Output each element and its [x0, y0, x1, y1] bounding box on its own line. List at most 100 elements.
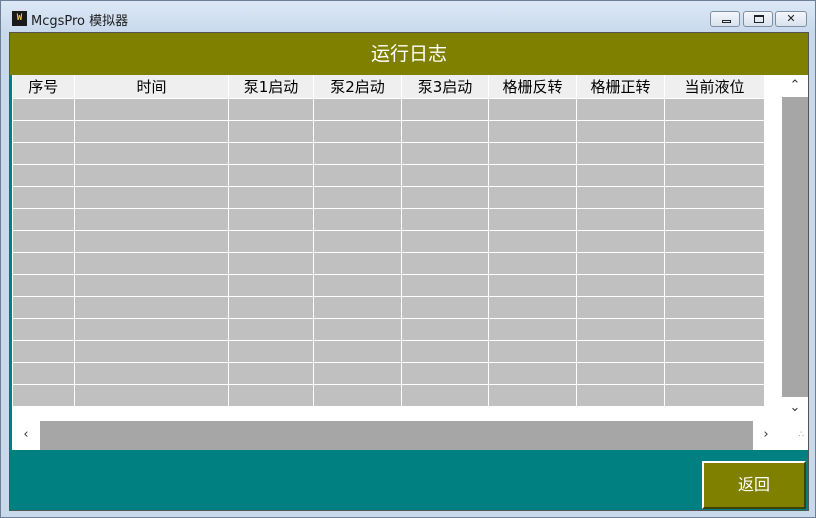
chevron-down-icon[interactable]: ⌄ — [782, 397, 808, 419]
table-row[interactable] — [12, 295, 765, 319]
table-cell[interactable] — [576, 317, 665, 341]
table-cell[interactable] — [313, 273, 402, 297]
table-cell[interactable] — [12, 97, 75, 121]
table-cell[interactable] — [12, 207, 75, 231]
table-cell[interactable] — [576, 229, 665, 253]
table-cell[interactable] — [74, 383, 229, 407]
table-cell[interactable] — [74, 119, 229, 143]
table-cell[interactable] — [664, 339, 765, 363]
table-row[interactable] — [12, 251, 765, 275]
table-cell[interactable] — [228, 339, 314, 363]
chevron-right-icon[interactable]: › — [753, 424, 779, 446]
table-cell[interactable] — [12, 317, 75, 341]
table-cell[interactable] — [74, 141, 229, 165]
table-cell[interactable] — [576, 97, 665, 121]
table-cell[interactable] — [664, 141, 765, 165]
column-header[interactable]: 序号 — [12, 75, 75, 99]
table-cell[interactable] — [488, 317, 577, 341]
table-cell[interactable] — [228, 361, 314, 385]
table-cell[interactable] — [12, 273, 75, 297]
table-cell[interactable] — [488, 273, 577, 297]
table-row[interactable] — [12, 273, 765, 297]
table-cell[interactable] — [74, 229, 229, 253]
table-cell[interactable] — [401, 339, 489, 363]
table-cell[interactable] — [12, 339, 75, 363]
table-cell[interactable] — [488, 207, 577, 231]
table-cell[interactable] — [488, 229, 577, 253]
table-cell[interactable] — [228, 163, 314, 187]
table-cell[interactable] — [576, 207, 665, 231]
table-cell[interactable] — [576, 361, 665, 385]
table-cell[interactable] — [228, 185, 314, 209]
table-row[interactable] — [12, 339, 765, 363]
table-cell[interactable] — [313, 97, 402, 121]
table-cell[interactable] — [401, 163, 489, 187]
table-cell[interactable] — [401, 273, 489, 297]
table-row[interactable] — [12, 119, 765, 143]
table-cell[interactable] — [12, 141, 75, 165]
table-cell[interactable] — [488, 119, 577, 143]
table-cell[interactable] — [74, 273, 229, 297]
table-cell[interactable] — [12, 361, 75, 385]
table-cell[interactable] — [228, 97, 314, 121]
chevron-left-icon[interactable]: ‹ — [13, 424, 39, 446]
table-cell[interactable] — [664, 207, 765, 231]
table-cell[interactable] — [74, 163, 229, 187]
table-cell[interactable] — [664, 383, 765, 407]
table-cell[interactable] — [313, 229, 402, 253]
table-row[interactable] — [12, 163, 765, 187]
table-cell[interactable] — [401, 207, 489, 231]
table-cell[interactable] — [488, 251, 577, 275]
table-cell[interactable] — [488, 141, 577, 165]
table-row[interactable] — [12, 361, 765, 385]
table-cell[interactable] — [488, 185, 577, 209]
table-cell[interactable] — [313, 141, 402, 165]
column-header[interactable]: 格栅反转 — [488, 75, 577, 99]
table-cell[interactable] — [313, 251, 402, 275]
table-cell[interactable] — [488, 97, 577, 121]
table-cell[interactable] — [12, 119, 75, 143]
table-cell[interactable] — [576, 251, 665, 275]
column-header[interactable]: 时间 — [74, 75, 229, 99]
maximize-button[interactable] — [743, 11, 773, 27]
table-cell[interactable] — [313, 163, 402, 187]
table-cell[interactable] — [228, 317, 314, 341]
table-cell[interactable] — [401, 185, 489, 209]
table-cell[interactable] — [12, 163, 75, 187]
table-cell[interactable] — [401, 119, 489, 143]
table-row[interactable] — [12, 317, 765, 341]
table-cell[interactable] — [74, 251, 229, 275]
column-header[interactable]: 当前液位 — [664, 75, 765, 99]
column-header[interactable]: 泵1启动 — [228, 75, 314, 99]
table-cell[interactable] — [313, 317, 402, 341]
table-cell[interactable] — [664, 361, 765, 385]
table-cell[interactable] — [12, 295, 75, 319]
table-cell[interactable] — [12, 185, 75, 209]
table-cell[interactable] — [488, 295, 577, 319]
table-cell[interactable] — [576, 141, 665, 165]
table-cell[interactable] — [664, 295, 765, 319]
table-cell[interactable] — [228, 251, 314, 275]
table-row[interactable] — [12, 207, 765, 231]
table-cell[interactable] — [74, 317, 229, 341]
table-cell[interactable] — [401, 295, 489, 319]
table-row[interactable] — [12, 229, 765, 253]
close-button[interactable]: ✕ — [775, 11, 807, 27]
table-cell[interactable] — [576, 383, 665, 407]
horizontal-scroll-track[interactable] — [40, 421, 753, 450]
table-cell[interactable] — [228, 207, 314, 231]
table-cell[interactable] — [576, 163, 665, 187]
table-cell[interactable] — [74, 361, 229, 385]
column-header[interactable]: 泵3启动 — [401, 75, 489, 99]
table-cell[interactable] — [488, 339, 577, 363]
table-cell[interactable] — [401, 141, 489, 165]
table-cell[interactable] — [488, 361, 577, 385]
table-cell[interactable] — [74, 339, 229, 363]
table-row[interactable] — [12, 185, 765, 209]
table-cell[interactable] — [12, 251, 75, 275]
table-row[interactable] — [12, 97, 765, 121]
title-bar[interactable]: W McgsPro 模拟器 ✕ — [1, 1, 815, 32]
table-cell[interactable] — [228, 141, 314, 165]
table-row[interactable] — [12, 141, 765, 165]
vertical-scrollbar[interactable]: ⌃ ⌄ — [781, 75, 808, 421]
